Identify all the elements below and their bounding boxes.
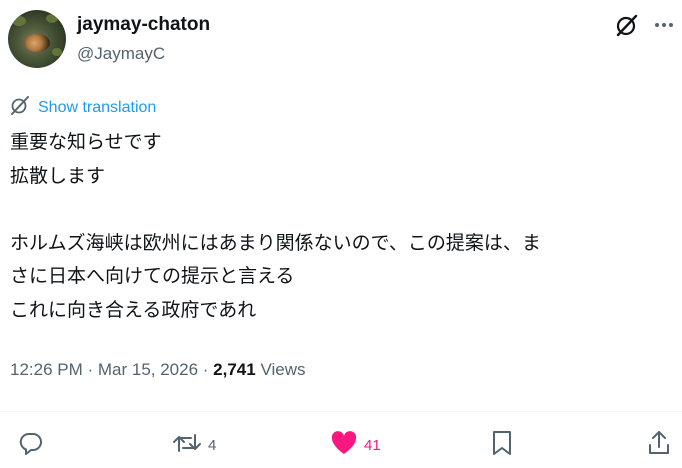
grok-icon[interactable] <box>614 12 640 38</box>
tweet-line: 重要な知らせです <box>10 131 162 153</box>
avatar-cat <box>24 34 50 52</box>
tweet-meta: 12:26 PM · Mar 15, 2026 · 2,741 Views <box>10 360 305 380</box>
reply-icon <box>18 430 44 461</box>
bookmark-icon <box>490 429 514 462</box>
reply-button[interactable] <box>18 428 44 462</box>
meta-separator: · <box>198 360 214 379</box>
bookmark-button[interactable] <box>490 428 514 462</box>
tweet-line: さに日本へ向けての提示と言える <box>10 265 295 287</box>
avatar-leaf <box>52 48 62 56</box>
heart-icon <box>330 430 358 461</box>
retweet-button[interactable]: 4 <box>172 428 216 462</box>
more-icon[interactable] <box>652 11 676 37</box>
avatar-leaf <box>12 16 26 26</box>
show-translation-link[interactable]: Show translation <box>10 95 156 120</box>
tweet-time[interactable]: 12:26 PM <box>10 360 83 379</box>
avatar-leaf <box>46 14 58 23</box>
avatar[interactable] <box>8 10 66 68</box>
views-count[interactable]: 2,741 <box>213 360 256 379</box>
tweet-line: これに向き合える政府であれ <box>10 298 257 321</box>
share-icon <box>647 429 671 462</box>
meta-separator: · <box>82 360 98 379</box>
retweet-icon <box>172 430 202 461</box>
tweet-line: ホルムズ海峡は欧州にはあまり関係ないので、この提案は、ま <box>10 231 541 254</box>
views-label: Views <box>255 360 306 379</box>
show-translation-label: Show translation <box>38 98 157 116</box>
tweet-date[interactable]: Mar 15, 2026 <box>98 360 198 379</box>
like-button[interactable]: 41 <box>330 428 381 462</box>
like-count: 41 <box>364 436 381 454</box>
divider <box>0 411 682 412</box>
user-handle[interactable]: @JaymayC <box>77 44 165 64</box>
display-name[interactable]: jaymay-chaton <box>77 14 210 36</box>
translate-icon <box>10 95 30 120</box>
share-button[interactable] <box>647 428 671 462</box>
tweet-line: 拡散します <box>10 164 106 187</box>
retweet-count: 4 <box>208 436 217 454</box>
tweet-text: 重要な知らせです 拡散します ホルムズ海峡は欧州にはあまり関係ないので、この提案… <box>10 126 675 327</box>
